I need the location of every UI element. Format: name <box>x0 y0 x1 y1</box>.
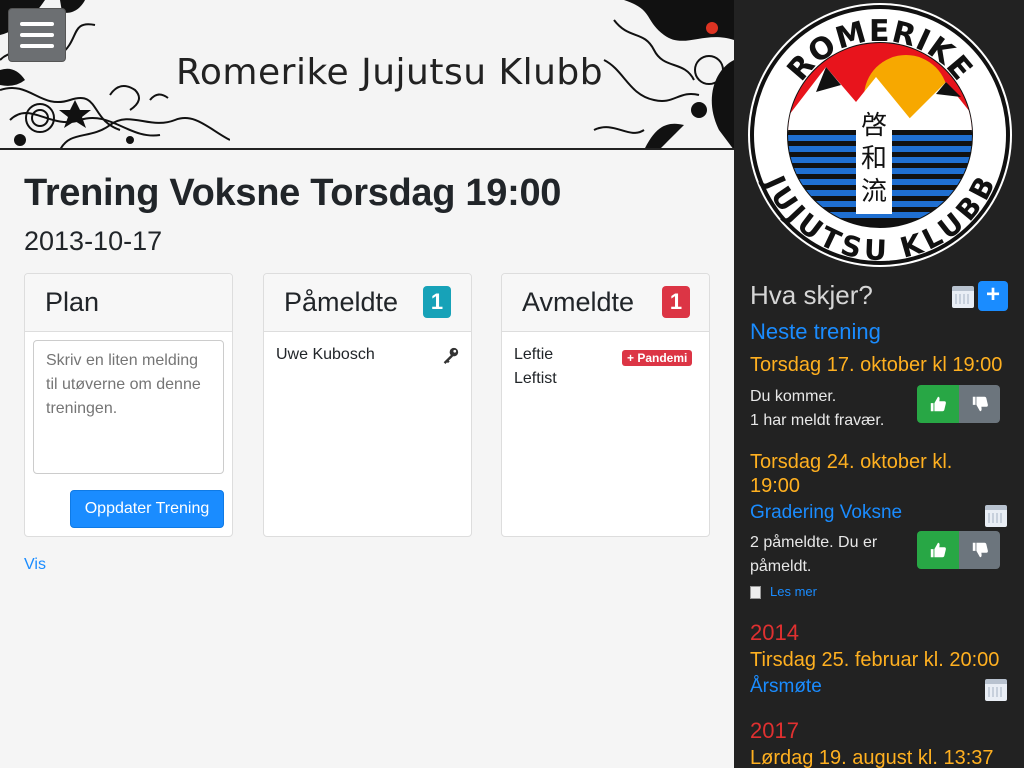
event-status: påmeldt. <box>750 558 812 575</box>
absentee-name: Leftie <box>514 346 554 363</box>
document-icon <box>750 586 761 599</box>
signed-off-title: Avmeldte <box>522 287 635 317</box>
event-date: Lørdag 19. august kl. 13:37 <box>750 747 994 768</box>
thumbs-up-icon <box>930 542 946 558</box>
calendar-icon[interactable] <box>985 679 1007 701</box>
thumbs-down-icon <box>972 396 988 412</box>
read-more-link[interactable]: Les mer <box>770 584 817 599</box>
event-status: 2 påmeldte. Du er <box>750 534 878 551</box>
event-date: Tirsdag 25. februar kl. 20:00 <box>750 649 1000 671</box>
pandemi-badge: + Pandemi <box>622 350 693 366</box>
plan-card-header: Plan <box>25 274 232 332</box>
year-heading: 2014 <box>750 620 799 645</box>
logo-kanji-3: 流 <box>861 177 887 207</box>
key-icon <box>443 347 459 364</box>
site-header: Romerike Jujutsu Klubb <box>0 0 734 150</box>
hamburger-icon <box>20 22 54 26</box>
event-status: 1 har meldt fravær. <box>750 412 885 429</box>
next-training-link[interactable]: Neste trening <box>750 319 881 345</box>
signed-up-card-body: Uwe Kubosch <box>264 332 471 364</box>
site-title: Romerike Jujutsu Klubb <box>176 52 604 93</box>
menu-button[interactable] <box>8 8 66 62</box>
calendar-icon[interactable] <box>952 286 974 308</box>
event-date: 19:00 <box>750 475 801 497</box>
vote-buttons <box>917 385 1000 423</box>
signed-off-card-body: Leftie Leftist + Pandemi <box>502 332 709 387</box>
signed-up-card: Påmeldte 1 Uwe Kubosch <box>263 273 472 537</box>
logo-kanji-1: 啓 <box>861 111 887 141</box>
event-title-link[interactable]: Årsmøte <box>750 676 822 698</box>
calendar-icon[interactable] <box>985 505 1007 527</box>
sidebar-heading: Hva skjer? <box>750 280 873 310</box>
signed-off-count-badge: 1 <box>662 286 690 318</box>
decline-button[interactable] <box>959 531 1000 569</box>
vote-buttons <box>917 531 1000 569</box>
page-title: Trening Voksne Torsdag 19:00 <box>24 172 562 214</box>
event-date: Torsdag 17. oktober kl 19:00 <box>750 354 1003 376</box>
vis-link[interactable]: Vis <box>24 556 46 574</box>
attend-button[interactable] <box>917 385 959 423</box>
year-heading: 2017 <box>750 718 799 743</box>
plan-card-body: Oppdater Trening <box>25 332 232 528</box>
signed-up-card-header: Påmeldte 1 <box>264 274 471 332</box>
attendee-name: Uwe Kubosch <box>276 346 375 363</box>
logo-kanji-2: 和 <box>861 144 887 174</box>
club-logo: 啓 和 流 ROMERIKE JUJUTSU KLUBB <box>748 3 1012 267</box>
plan-title: Plan <box>45 287 100 317</box>
plan-message-input[interactable] <box>33 340 224 474</box>
attend-button[interactable] <box>917 531 959 569</box>
thumbs-up-icon <box>930 396 946 412</box>
sidebar: 啓 和 流 ROMERIKE JUJUTSU KLUBB Hva skjer? … <box>734 0 1024 768</box>
event-date: Torsdag 24. oktober kl. <box>750 451 953 473</box>
add-event-button[interactable]: + <box>978 281 1008 311</box>
page-date: 2013-10-17 <box>24 226 163 256</box>
plan-card: Plan Oppdater Trening <box>24 273 233 537</box>
signed-off-card-header: Avmeldte 1 <box>502 274 709 332</box>
main-content: Trening Voksne Torsdag 19:00 2013-10-17 … <box>0 150 734 768</box>
signed-up-title: Påmeldte <box>284 287 399 317</box>
signed-off-card: Avmeldte 1 Leftie Leftist + Pandemi <box>501 273 710 537</box>
event-title-link[interactable]: Gradering Voksne <box>750 502 902 524</box>
event-status: Du kommer. <box>750 388 837 405</box>
update-training-button[interactable]: Oppdater Trening <box>70 490 224 528</box>
ornament-decoration-right <box>593 0 734 148</box>
decline-button[interactable] <box>959 385 1000 423</box>
plus-icon: + <box>627 351 638 365</box>
thumbs-down-icon <box>972 542 988 558</box>
absentee-name: Leftist <box>514 370 557 387</box>
signed-up-count-badge: 1 <box>423 286 451 318</box>
